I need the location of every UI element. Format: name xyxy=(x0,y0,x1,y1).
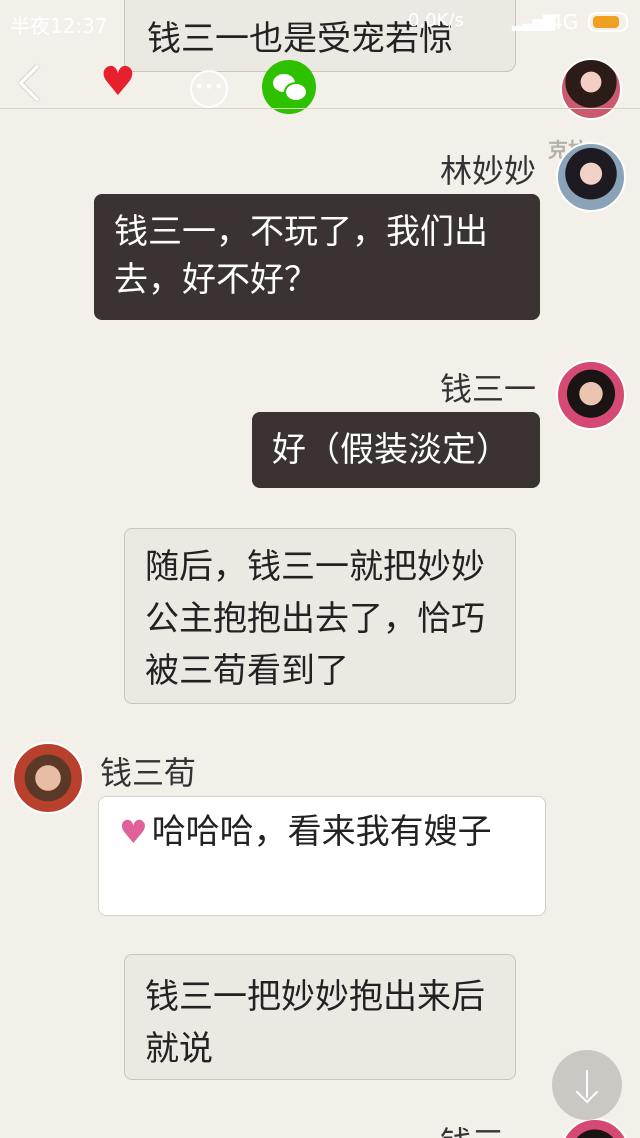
scroll-down-button[interactable] xyxy=(552,1050,622,1120)
sender-name: 林妙妙 xyxy=(440,152,537,190)
status-bar: 半夜12:37 0.0K/s ▂▃▅▇ 4G xyxy=(0,0,640,48)
narration-bubble: 随后，钱三一就把妙妙公主抱抱出去了，恰巧被三荀看到了 xyxy=(124,528,516,704)
back-icon[interactable] xyxy=(18,64,56,102)
network-speed: 0.0K/s xyxy=(408,10,464,31)
heart-icon: ♥ xyxy=(119,813,148,851)
avatar[interactable] xyxy=(560,1118,630,1138)
message-bubble: 钱三一，不玩了，我们出去，好不好？ xyxy=(94,194,540,320)
narration-text: 钱三一把妙妙抱出来后就说 xyxy=(145,977,485,1069)
sender-name: 钱三荀 xyxy=(100,754,197,792)
more-icon[interactable]: ••• xyxy=(190,70,228,108)
signal-icon: ▂▃▅▇ xyxy=(512,12,555,31)
narration-text: 随后，钱三一就把妙妙公主抱抱出去了，恰巧被三荀看到了 xyxy=(145,547,485,691)
divider xyxy=(0,108,640,109)
avatar[interactable] xyxy=(556,142,626,212)
message-text: 好（假装淡定） xyxy=(272,430,510,470)
toolbar: ♥ ••• xyxy=(0,60,640,114)
wechat-icon[interactable] xyxy=(262,60,316,114)
message-bubble: ♥ 哈哈哈，看来我有嫂子 xyxy=(98,796,546,916)
heart-icon[interactable]: ♥ xyxy=(100,62,136,102)
network-type: 4G xyxy=(550,10,579,34)
message-text: 钱三一，不玩了，我们出去，好不好？ xyxy=(114,212,488,300)
avatar[interactable] xyxy=(12,742,84,814)
battery-icon xyxy=(588,12,628,32)
status-time: 半夜12:37 xyxy=(10,14,108,38)
sender-name: 钱三一 xyxy=(440,370,537,408)
avatar[interactable] xyxy=(560,58,622,120)
avatar[interactable] xyxy=(556,360,626,430)
message-bubble: 好（假装淡定） xyxy=(252,412,540,488)
message-text: 哈哈哈，看来我有嫂子 xyxy=(151,812,492,852)
sender-name: 钱三一 xyxy=(440,1118,536,1138)
narration-bubble: 钱三一把妙妙抱出来后就说 xyxy=(124,954,516,1080)
